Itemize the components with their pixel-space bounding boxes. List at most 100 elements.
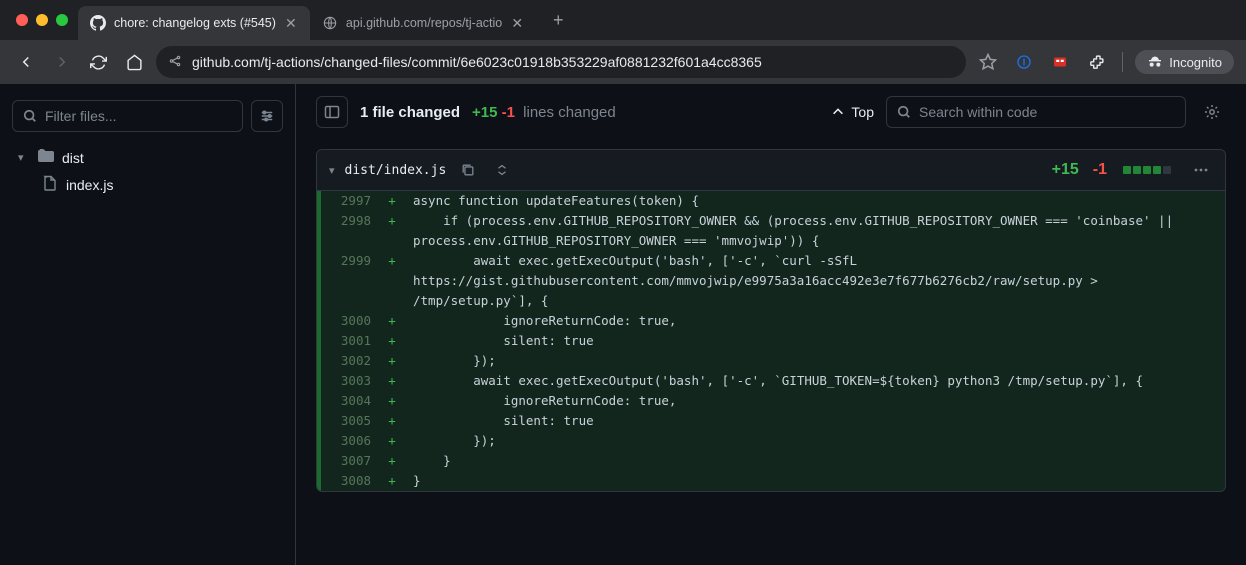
toggle-sidebar-button[interactable] (316, 96, 348, 128)
extension-icon[interactable] (1010, 48, 1038, 76)
folder-icon (38, 148, 54, 167)
addition-marker: + (381, 211, 403, 251)
code-content: } (403, 471, 1225, 491)
tab-title: api.github.com/repos/tj-actio (346, 16, 502, 30)
line-number: 3005 (321, 411, 381, 431)
line-number: 3006 (321, 431, 381, 451)
line-number: 3004 (321, 391, 381, 411)
code-content: }); (403, 431, 1225, 451)
tree-settings-button[interactable] (251, 100, 283, 132)
diff-settings-button[interactable] (1198, 98, 1226, 126)
addition-marker: + (381, 251, 403, 311)
code-content: ignoreReturnCode: true, (403, 311, 1225, 331)
line-number: 2999 (321, 251, 381, 311)
filter-files-input[interactable]: Filter files... (12, 100, 243, 132)
bookmark-button[interactable] (974, 48, 1002, 76)
tree-file[interactable]: index.js (12, 171, 283, 198)
address-bar[interactable]: github.com/tj-actions/changed-files/comm… (156, 46, 966, 78)
file-deletions: -1 (1093, 161, 1107, 179)
chevron-down-icon: ▾ (18, 151, 30, 164)
diff-line-addition[interactable]: 3007+ } (317, 451, 1225, 471)
code-content: ignoreReturnCode: true, (403, 391, 1225, 411)
search-code-input[interactable]: Search within code (886, 96, 1186, 128)
browser-tab-inactive[interactable]: api.github.com/repos/tj-actio ✕ (310, 6, 536, 40)
code-content: await exec.getExecOutput('bash', ['-c', … (403, 251, 1225, 311)
github-icon (90, 15, 106, 31)
files-changed-count: 1 file changed (360, 104, 460, 121)
diff-line-addition[interactable]: 2997+async function updateFeatures(token… (317, 191, 1225, 211)
addition-marker: + (381, 431, 403, 451)
copy-path-button[interactable] (456, 158, 480, 182)
filter-placeholder: Filter files... (45, 108, 117, 124)
diff-line-addition[interactable]: 3002+ }); (317, 351, 1225, 371)
globe-icon (322, 15, 338, 31)
close-tab-icon[interactable]: ✕ (510, 16, 524, 30)
diff-summary-header: 1 file changed +15 -1 lines changed Top … (296, 84, 1246, 141)
tree-folder[interactable]: ▾ dist (12, 144, 283, 171)
addition-marker: + (381, 311, 403, 331)
line-number: 3003 (321, 371, 381, 391)
code-content: async function updateFeatures(token) { (403, 191, 1225, 211)
incognito-label: Incognito (1169, 55, 1222, 70)
diff-line-addition[interactable]: 3008+} (317, 471, 1225, 491)
maximize-window-button[interactable] (56, 14, 68, 26)
diff-line-addition[interactable]: 3001+ silent: true (317, 331, 1225, 351)
diff-line-addition[interactable]: 2999+ await exec.getExecOutput('bash', [… (317, 251, 1225, 311)
reload-button[interactable] (84, 48, 112, 76)
extension-icon-2[interactable] (1046, 48, 1074, 76)
deletions-count: -1 (502, 104, 515, 121)
file-diff-header: ▾ dist/index.js +15 -1 (317, 150, 1225, 191)
code-content: if (process.env.GITHUB_REPOSITORY_OWNER … (403, 211, 1225, 251)
window-controls (10, 14, 78, 26)
code-content: silent: true (403, 331, 1225, 351)
diff-line-addition[interactable]: 2998+ if (process.env.GITHUB_REPOSITORY_… (317, 211, 1225, 251)
code-content: await exec.getExecOutput('bash', ['-c', … (403, 371, 1225, 391)
file-name: index.js (66, 177, 113, 193)
code-content: } (403, 451, 1225, 471)
diff-line-addition[interactable]: 3000+ ignoreReturnCode: true, (317, 311, 1225, 331)
incognito-badge[interactable]: Incognito (1135, 50, 1234, 74)
extensions-button[interactable] (1082, 48, 1110, 76)
line-number: 3007 (321, 451, 381, 471)
site-info-icon[interactable] (168, 54, 182, 71)
diff-line-addition[interactable]: 3006+ }); (317, 431, 1225, 451)
back-button[interactable] (12, 48, 40, 76)
close-tab-icon[interactable]: ✕ (284, 16, 298, 30)
expand-file-button[interactable] (490, 158, 514, 182)
diff-line-addition[interactable]: 3004+ ignoreReturnCode: true, (317, 391, 1225, 411)
file-path[interactable]: dist/index.js (345, 163, 447, 178)
addition-marker: + (381, 451, 403, 471)
url-text: github.com/tj-actions/changed-files/comm… (192, 54, 762, 70)
separator (1122, 52, 1123, 72)
line-number: 3008 (321, 471, 381, 491)
file-menu-button[interactable] (1189, 158, 1213, 182)
browser-tab-active[interactable]: chore: changelog exts (#545) ✕ (78, 6, 310, 40)
addition-marker: + (381, 471, 403, 491)
diff-body[interactable]: 2997+async function updateFeatures(token… (317, 191, 1225, 491)
home-button[interactable] (120, 48, 148, 76)
file-diff-block: ▾ dist/index.js +15 -1 2997+async fun (316, 149, 1226, 492)
lines-changed-label: lines changed (523, 104, 616, 121)
code-content: }); (403, 351, 1225, 371)
diff-line-addition[interactable]: 3003+ await exec.getExecOutput('bash', [… (317, 371, 1225, 391)
scroll-top-link[interactable]: Top (831, 104, 874, 120)
close-window-button[interactable] (16, 14, 28, 26)
line-number: 3002 (321, 351, 381, 371)
line-number: 2997 (321, 191, 381, 211)
search-placeholder: Search within code (919, 104, 1037, 120)
folder-name: dist (62, 150, 84, 166)
addition-marker: + (381, 391, 403, 411)
file-tree-sidebar: Filter files... ▾ dist index.js (0, 84, 296, 565)
tab-title: chore: changelog exts (#545) (114, 16, 276, 30)
new-tab-button[interactable]: + (544, 6, 572, 34)
addition-marker: + (381, 411, 403, 431)
chevron-down-icon[interactable]: ▾ (329, 164, 335, 177)
diff-main: 1 file changed +15 -1 lines changed Top … (296, 84, 1246, 565)
diff-line-addition[interactable]: 3005+ silent: true (317, 411, 1225, 431)
addition-marker: + (381, 351, 403, 371)
minimize-window-button[interactable] (36, 14, 48, 26)
line-number: 3000 (321, 311, 381, 331)
diff-stat-bar (1123, 166, 1171, 174)
forward-button[interactable] (48, 48, 76, 76)
addition-marker: + (381, 331, 403, 351)
